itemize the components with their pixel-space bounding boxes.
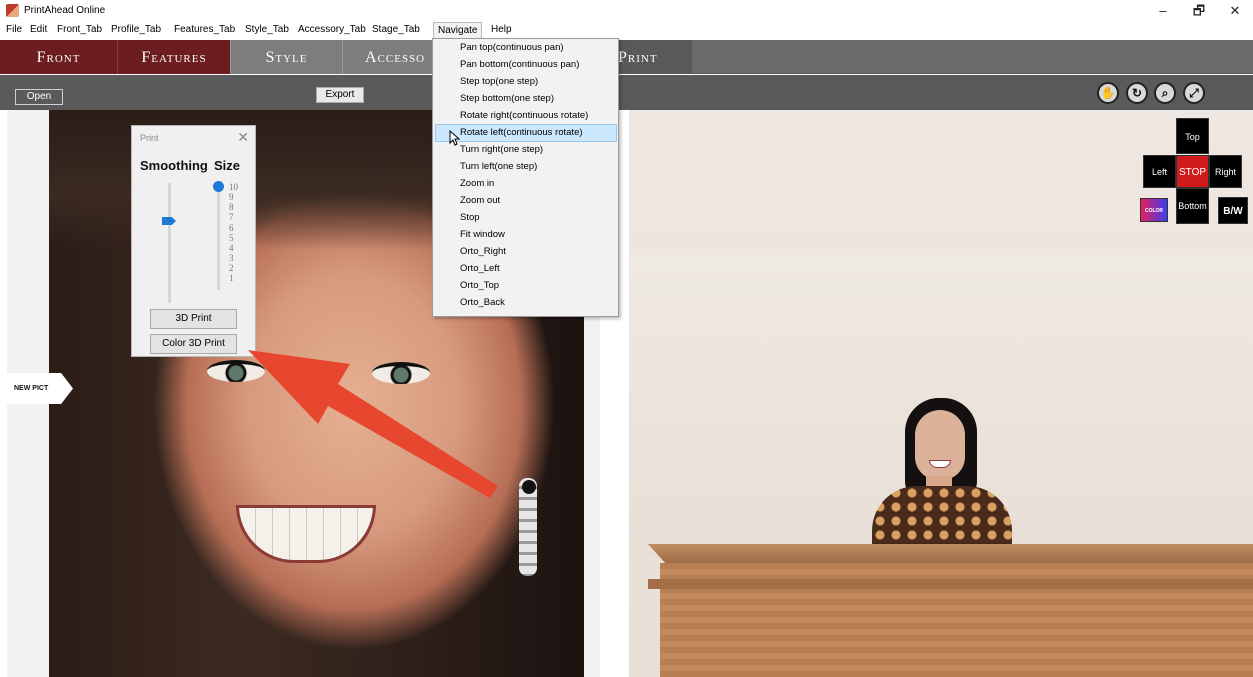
- desk-moulding: [648, 579, 1253, 589]
- size-label: Size: [214, 158, 241, 173]
- size-tick: 6: [229, 223, 234, 233]
- close-button[interactable]: ✕: [1217, 0, 1253, 22]
- nav-zoom-out[interactable]: Zoom out: [460, 192, 500, 209]
- print-dialog-close-icon[interactable]: ✕: [237, 129, 249, 146]
- tab-style[interactable]: Style: [230, 40, 342, 74]
- tab-strip: Front Features Style Accesso Print: [0, 40, 1253, 74]
- nav-orto-back[interactable]: Orto_Back: [460, 294, 505, 311]
- menu-profile-tab[interactable]: Profile_Tab: [111, 24, 161, 35]
- tool-strip: Open Export: [0, 75, 1253, 110]
- nav-pan-bottom[interactable]: Pan bottom(continuous pan): [460, 56, 579, 73]
- menu-file[interactable]: File: [6, 24, 22, 35]
- 3d-print-button[interactable]: 3D Print: [150, 309, 237, 329]
- avatar-face: [915, 410, 965, 480]
- photo-earring-stud: [522, 480, 536, 494]
- nav-pan-top[interactable]: Pan top(continuous pan): [460, 39, 564, 56]
- tab-accessory[interactable]: Accesso: [342, 40, 442, 74]
- minimize-button[interactable]: –: [1145, 0, 1181, 22]
- restore-button[interactable]: 🗗: [1181, 0, 1217, 22]
- smoothing-slider-track[interactable]: [168, 183, 171, 303]
- photo-right-eye: [372, 362, 430, 384]
- nav-orto-top[interactable]: Orto_Top: [460, 277, 499, 294]
- nav-step-top[interactable]: Step top(one step): [460, 73, 538, 90]
- color-mode-button[interactable]: COLOR: [1140, 198, 1168, 222]
- view-right-button[interactable]: Right: [1209, 155, 1242, 188]
- size-tick: 4: [229, 243, 234, 253]
- bw-mode-button[interactable]: B/W: [1218, 197, 1248, 224]
- menu-accessory-tab[interactable]: Accessory_Tab: [298, 24, 366, 35]
- print-dialog-title: Print: [140, 133, 159, 143]
- size-tick: 9: [229, 192, 234, 202]
- menu-bar: File Edit Front_Tab Profile_Tab Features…: [0, 22, 1253, 39]
- smoothing-label: Smoothing: [140, 158, 208, 173]
- view-left-button[interactable]: Left: [1143, 155, 1176, 188]
- app-logo-icon: [6, 4, 19, 17]
- desk-top: [648, 544, 1253, 564]
- menu-stage-tab[interactable]: Stage_Tab: [372, 24, 420, 35]
- size-slider-track[interactable]: [217, 183, 220, 290]
- menu-navigate[interactable]: Navigate: [433, 22, 483, 39]
- navigate-dropdown-menu: Pan top(continuous pan) Pan bottom(conti…: [432, 38, 619, 317]
- menu-style-tab[interactable]: Style_Tab: [245, 24, 289, 35]
- size-tick: 1: [229, 273, 234, 283]
- avatar-body: [872, 486, 1012, 548]
- nav-turn-right[interactable]: Turn right(one step): [460, 141, 543, 158]
- hand-icon[interactable]: ✋: [1097, 82, 1119, 104]
- open-button[interactable]: Open: [15, 89, 63, 105]
- print-dialog: Print ✕ Smoothing Size 10 9 8 7 6 5 4 3 …: [131, 125, 256, 357]
- window-title: PrintAhead Online: [24, 5, 106, 16]
- zoom-out-icon[interactable]: ⤢: [1183, 82, 1205, 104]
- size-tick: 5: [229, 233, 234, 243]
- nav-rotate-left[interactable]: Rotate left(continuous rotate): [460, 124, 583, 141]
- size-slider-thumb[interactable]: [213, 181, 224, 192]
- title-bar: PrintAhead Online – 🗗 ✕: [0, 0, 1253, 22]
- view-bottom-button[interactable]: Bottom: [1176, 188, 1209, 224]
- tab-features[interactable]: Features: [117, 40, 230, 74]
- export-button[interactable]: Export: [316, 87, 364, 103]
- menu-edit[interactable]: Edit: [30, 24, 47, 35]
- zoom-in-icon[interactable]: ⌕: [1154, 82, 1176, 104]
- size-tick: 2: [229, 263, 234, 273]
- rotate-icon[interactable]: ↻: [1126, 82, 1148, 104]
- new-pict-button[interactable]: NEW PICT: [7, 373, 73, 404]
- smoothing-slider-thumb[interactable]: [162, 217, 176, 225]
- menu-help[interactable]: Help: [491, 24, 512, 35]
- nav-orto-right[interactable]: Orto_Right: [460, 243, 506, 260]
- nav-orto-left[interactable]: Orto_Left: [460, 260, 500, 277]
- stop-button[interactable]: STOP: [1176, 155, 1209, 188]
- nav-zoom-in[interactable]: Zoom in: [460, 175, 494, 192]
- size-tick: 3: [229, 253, 234, 263]
- menu-front-tab[interactable]: Front_Tab: [57, 24, 102, 35]
- view-top-button[interactable]: Top: [1176, 118, 1209, 154]
- nav-turn-left[interactable]: Turn left(one step): [460, 158, 537, 175]
- photo-left-eye: [207, 360, 265, 382]
- size-tick: 10: [229, 182, 238, 192]
- size-tick: 7: [229, 212, 234, 222]
- size-tick: 8: [229, 202, 234, 212]
- mouse-cursor-icon: [449, 130, 461, 146]
- color-3d-print-button[interactable]: Color 3D Print: [150, 334, 237, 354]
- menu-features-tab[interactable]: Features_Tab: [174, 24, 235, 35]
- nav-rotate-right[interactable]: Rotate right(continuous rotate): [460, 107, 588, 124]
- nav-fit-window[interactable]: Fit window: [460, 226, 505, 243]
- tab-front[interactable]: Front: [0, 40, 117, 74]
- nav-step-bottom[interactable]: Step bottom(one step): [460, 90, 554, 107]
- nav-stop[interactable]: Stop: [460, 209, 480, 226]
- app-window: PrintAhead Online – 🗗 ✕ File Edit Front_…: [0, 0, 1253, 677]
